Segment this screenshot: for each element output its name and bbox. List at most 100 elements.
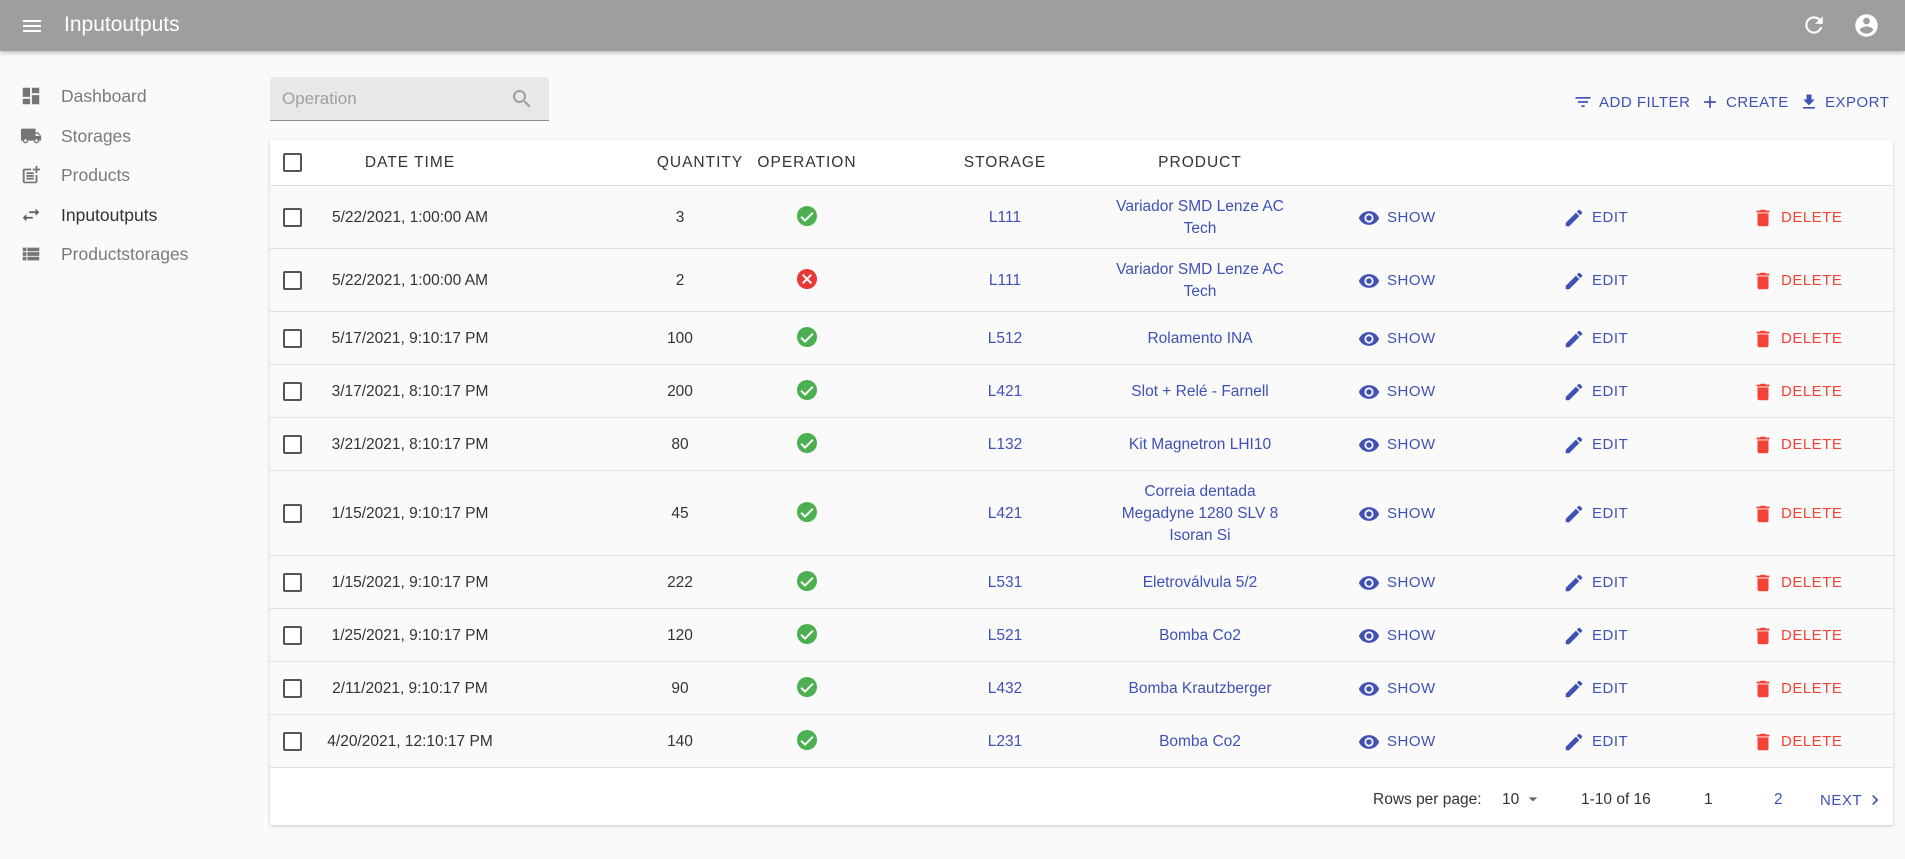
header-product[interactable]: PRODUCT <box>1110 154 1290 172</box>
show-button[interactable]: SHOW <box>1358 731 1436 753</box>
sidebar-item-products[interactable]: Products <box>0 159 260 191</box>
edit-button[interactable]: EDIT <box>1563 503 1628 525</box>
delete-button[interactable]: DELETE <box>1752 434 1842 456</box>
sidebar-item-storages[interactable]: Storages <box>0 120 260 152</box>
export-button[interactable]: EXPORT <box>1799 90 1889 114</box>
storage-link[interactable]: L421 <box>930 503 1080 525</box>
show-button[interactable]: SHOW <box>1358 207 1436 229</box>
delete-button[interactable]: DELETE <box>1752 270 1842 292</box>
storage-link[interactable]: L531 <box>930 572 1080 594</box>
table-row[interactable]: 5/22/2021, 1:00:00 AM 3 L111 Variador SMD L… <box>270 186 1893 249</box>
header-operation[interactable]: OPERATION <box>737 154 877 172</box>
rows-per-page-select[interactable]: 10 <box>1502 791 1543 809</box>
delete-button[interactable]: DELETE <box>1752 678 1842 700</box>
truck-icon <box>20 128 42 144</box>
product-link[interactable]: Variador SMD Lenze AC Tech <box>1110 259 1290 303</box>
edit-label: EDIT <box>1592 505 1629 522</box>
search-input[interactable] <box>282 85 502 113</box>
edit-label: EDIT <box>1592 733 1629 750</box>
table-row[interactable]: 3/17/2021, 8:10:17 PM 200 L421 Slot + Relé … <box>270 365 1893 418</box>
search-icon[interactable] <box>510 87 534 111</box>
row-checkbox[interactable] <box>283 434 302 454</box>
delete-button[interactable]: DELETE <box>1752 381 1842 403</box>
show-label: SHOW <box>1387 383 1436 400</box>
storage-link[interactable]: L432 <box>930 678 1080 700</box>
delete-button[interactable]: DELETE <box>1752 328 1842 350</box>
storage-link[interactable]: L132 <box>930 434 1080 456</box>
table-row[interactable]: 1/25/2021, 9:10:17 PM 120 L521 Bomba Co2 SHO… <box>270 609 1893 662</box>
row-checkbox[interactable] <box>283 381 302 401</box>
menu-icon[interactable] <box>20 14 44 38</box>
storage-link[interactable]: L231 <box>930 731 1080 753</box>
show-button[interactable]: SHOW <box>1358 503 1436 525</box>
product-link[interactable]: Bomba Co2 <box>1110 731 1290 753</box>
add-filter-button[interactable]: ADD FILTER <box>1573 90 1690 114</box>
sidebar-item-dashboard[interactable]: Dashboard <box>0 80 260 112</box>
row-checkbox[interactable] <box>283 731 302 751</box>
product-link[interactable]: Slot + Relé - Farnell <box>1110 381 1290 403</box>
product-link[interactable]: Kit Magnetron LHI10 <box>1110 434 1290 456</box>
show-button[interactable]: SHOW <box>1358 625 1436 647</box>
edit-button[interactable]: EDIT <box>1563 572 1628 594</box>
show-button[interactable]: SHOW <box>1358 678 1436 700</box>
table-row[interactable]: 5/17/2021, 9:10:17 PM 100 L512 Rolamento IN… <box>270 312 1893 365</box>
storage-link[interactable]: L111 <box>930 207 1080 229</box>
storage-link[interactable]: L111 <box>930 270 1080 292</box>
edit-label: EDIT <box>1592 383 1629 400</box>
edit-button[interactable]: EDIT <box>1563 270 1628 292</box>
edit-button[interactable]: EDIT <box>1563 678 1628 700</box>
header-storage[interactable]: STORAGE <box>930 154 1080 172</box>
show-button[interactable]: SHOW <box>1358 270 1436 292</box>
page-2[interactable]: 2 <box>1774 791 1783 809</box>
edit-button[interactable]: EDIT <box>1563 207 1628 229</box>
edit-button[interactable]: EDIT <box>1563 328 1628 350</box>
eye-icon <box>1358 506 1380 521</box>
product-link[interactable]: Bomba Krautzberger <box>1110 678 1290 700</box>
table-row[interactable]: 1/15/2021, 9:10:17 PM 222 L531 Eletroválvul… <box>270 556 1893 609</box>
row-checkbox[interactable] <box>283 270 302 290</box>
account-circle-icon[interactable] <box>1853 12 1880 39</box>
next-page-button[interactable]: NEXT <box>1820 790 1885 810</box>
delete-button[interactable]: DELETE <box>1752 731 1842 753</box>
row-checkbox[interactable] <box>283 503 302 523</box>
page-1[interactable]: 1 <box>1704 791 1713 809</box>
storage-link[interactable]: L521 <box>930 625 1080 647</box>
delete-button[interactable]: DELETE <box>1752 625 1842 647</box>
select-all-checkbox[interactable] <box>283 153 302 172</box>
storage-link[interactable]: L512 <box>930 328 1080 350</box>
cell-quantity: 90 <box>671 679 689 697</box>
table-row[interactable]: 3/21/2021, 8:10:17 PM 80 L132 Kit Magnetron… <box>270 418 1893 471</box>
show-button[interactable]: SHOW <box>1358 434 1436 456</box>
row-checkbox[interactable] <box>283 328 302 348</box>
sidebar-item-inputoutputs[interactable]: Inputoutputs <box>0 199 260 231</box>
row-checkbox[interactable] <box>283 625 302 645</box>
show-button[interactable]: SHOW <box>1358 381 1436 403</box>
product-link[interactable]: Bomba Co2 <box>1110 625 1290 647</box>
storage-link[interactable]: L421 <box>930 381 1080 403</box>
edit-button[interactable]: EDIT <box>1563 381 1628 403</box>
refresh-icon[interactable] <box>1801 12 1827 38</box>
edit-button[interactable]: EDIT <box>1563 731 1628 753</box>
row-checkbox[interactable] <box>283 572 302 592</box>
table-row[interactable]: 4/20/2021, 12:10:17 PM 140 L231 Bomba Co2 SH… <box>270 715 1893 768</box>
delete-button[interactable]: DELETE <box>1752 572 1842 594</box>
sidebar-item-productstorages[interactable]: Productstorages <box>0 238 260 270</box>
show-button[interactable]: SHOW <box>1358 572 1436 594</box>
show-button[interactable]: SHOW <box>1358 328 1436 350</box>
create-button[interactable]: CREATE <box>1700 90 1789 114</box>
header-datetime[interactable]: DATE TIME <box>320 154 500 172</box>
product-link[interactable]: Eletroválvula 5/2 <box>1110 572 1290 594</box>
check-circle-icon <box>797 729 817 750</box>
edit-button[interactable]: EDIT <box>1563 434 1628 456</box>
product-link[interactable]: Rolamento INA <box>1110 328 1290 350</box>
table-row[interactable]: 5/22/2021, 1:00:00 AM 2 L111 Variador SMD L… <box>270 249 1893 312</box>
row-checkbox[interactable] <box>283 678 302 698</box>
table-row[interactable]: 2/11/2021, 9:10:17 PM 90 L432 Bomba Krautzb… <box>270 662 1893 715</box>
edit-button[interactable]: EDIT <box>1563 625 1628 647</box>
table-row[interactable]: 1/15/2021, 9:10:17 PM 45 L421 Correia denta… <box>270 471 1893 556</box>
product-link[interactable]: Correia dentada Megadyne 1280 SLV 8 Isor… <box>1110 481 1290 547</box>
product-link[interactable]: Variador SMD Lenze AC Tech <box>1110 196 1290 240</box>
delete-button[interactable]: DELETE <box>1752 503 1842 525</box>
row-checkbox[interactable] <box>283 207 302 227</box>
delete-button[interactable]: DELETE <box>1752 207 1842 229</box>
